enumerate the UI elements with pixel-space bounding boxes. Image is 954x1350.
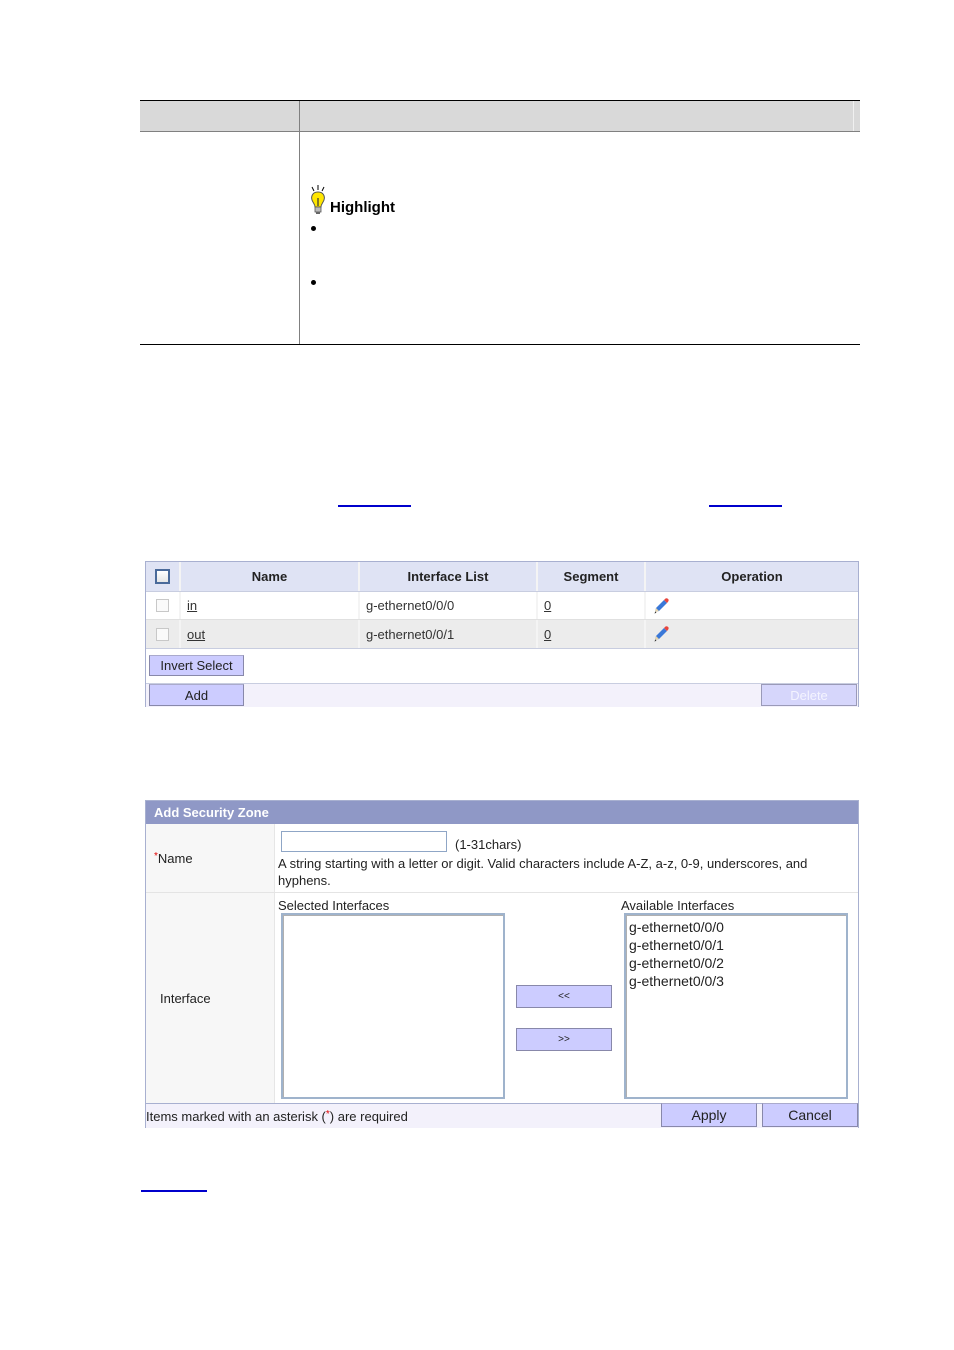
column-header-segment[interactable]: Segment [538, 562, 646, 591]
move-left-button[interactable]: << [516, 985, 612, 1008]
interface-label-cell: Interface [146, 893, 275, 1103]
bullet [311, 280, 316, 285]
operation-cell [646, 592, 858, 619]
required-note: Items marked with an asterisk (*) are re… [146, 1109, 408, 1124]
zone-name-link[interactable]: in [187, 598, 197, 613]
segment-link[interactable]: 0 [544, 627, 551, 642]
add-button[interactable]: Add [149, 684, 244, 706]
available-interfaces-label: Available Interfaces [621, 898, 735, 913]
delete-button[interactable]: Delete [761, 684, 857, 706]
row-checkbox[interactable] [156, 599, 169, 612]
name-description-cont: hyphens. [278, 873, 331, 888]
selected-interfaces-list[interactable] [281, 913, 505, 1099]
edit-pencil-icon[interactable] [652, 597, 670, 615]
required-note-suffix: ) are required [329, 1109, 408, 1124]
bullet [311, 226, 316, 231]
name-label-text: Name [157, 851, 193, 866]
table-row: out g-ethernet0/0/1 0 [146, 620, 858, 649]
edit-pencil-icon[interactable] [652, 625, 670, 643]
interface-list-value: g-ethernet0/0/1 [366, 626, 455, 642]
column-header-operation: Operation [721, 569, 783, 584]
highlight-title: Highlight [330, 199, 395, 216]
interface-cell: g-ethernet0/0/1 [360, 620, 538, 648]
available-interface-option[interactable]: g-ethernet0/0/1 [626, 936, 846, 954]
selected-interfaces-label: Selected Interfaces [278, 898, 390, 913]
parameter-table-header [140, 101, 860, 132]
figure-link[interactable] [338, 505, 411, 507]
row-checkbox[interactable] [156, 627, 169, 641]
name-label-cell: *Name [146, 824, 275, 892]
segment-cell: 0 [538, 592, 646, 619]
invert-select-button[interactable]: Invert Select [149, 655, 244, 676]
row-select-cell [146, 620, 181, 648]
parameter-table: Highlight [140, 100, 860, 345]
available-interface-option[interactable]: g-ethernet0/0/2 [626, 954, 846, 972]
table-row: in g-ethernet0/0/0 0 [146, 592, 858, 620]
table-footer [146, 683, 858, 707]
column-divider [299, 131, 300, 344]
name-description: A string starting with a letter or digit… [278, 856, 808, 871]
column-header-name[interactable]: Name [181, 562, 360, 591]
move-right-button[interactable]: >> [516, 1028, 612, 1051]
available-interface-option[interactable]: g-ethernet0/0/3 [626, 972, 846, 990]
row-select-cell [146, 592, 181, 619]
column-edge [853, 101, 854, 131]
figure-link[interactable] [141, 1190, 207, 1192]
name-label: *Name [154, 851, 193, 866]
required-note-prefix: Items marked with an asterisk ( [146, 1109, 326, 1124]
available-interfaces-list[interactable]: g-ethernet0/0/0 g-ethernet0/0/1 g-ethern… [624, 913, 848, 1099]
available-interface-option[interactable]: g-ethernet0/0/0 [626, 918, 846, 936]
select-all-checkbox[interactable] [155, 569, 170, 584]
form-title: Add Security Zone [146, 801, 858, 824]
zone-name-link[interactable]: out [187, 627, 205, 642]
column-divider [299, 101, 300, 131]
select-all-cell [146, 562, 181, 591]
interface-cell: g-ethernet0/0/0 [360, 592, 538, 619]
apply-button[interactable]: Apply [661, 1103, 757, 1127]
column-header-interface-list[interactable]: Interface List [360, 562, 538, 591]
interface-label: Interface [160, 991, 211, 1006]
segment-cell: 0 [538, 620, 646, 648]
figure-link[interactable] [709, 505, 782, 507]
name-input[interactable] [281, 831, 447, 852]
name-cell: out [181, 620, 360, 648]
highlight-note: Highlight [308, 185, 395, 217]
cancel-button[interactable]: Cancel [762, 1103, 858, 1127]
name-cell: in [181, 592, 360, 619]
operation-cell [646, 620, 858, 648]
interface-list-value: g-ethernet0/0/0 [366, 598, 455, 613]
segment-link[interactable]: 0 [544, 598, 551, 613]
name-length-hint: (1-31chars) [455, 837, 522, 852]
lightbulb-icon [311, 185, 325, 214]
security-zone-table: Name Interface List Segment Operation in… [145, 561, 859, 707]
add-security-zone-form: Add Security Zone *Name (1-31chars) A st… [145, 800, 859, 1128]
table-header-row: Name Interface List Segment Operation [146, 562, 858, 592]
